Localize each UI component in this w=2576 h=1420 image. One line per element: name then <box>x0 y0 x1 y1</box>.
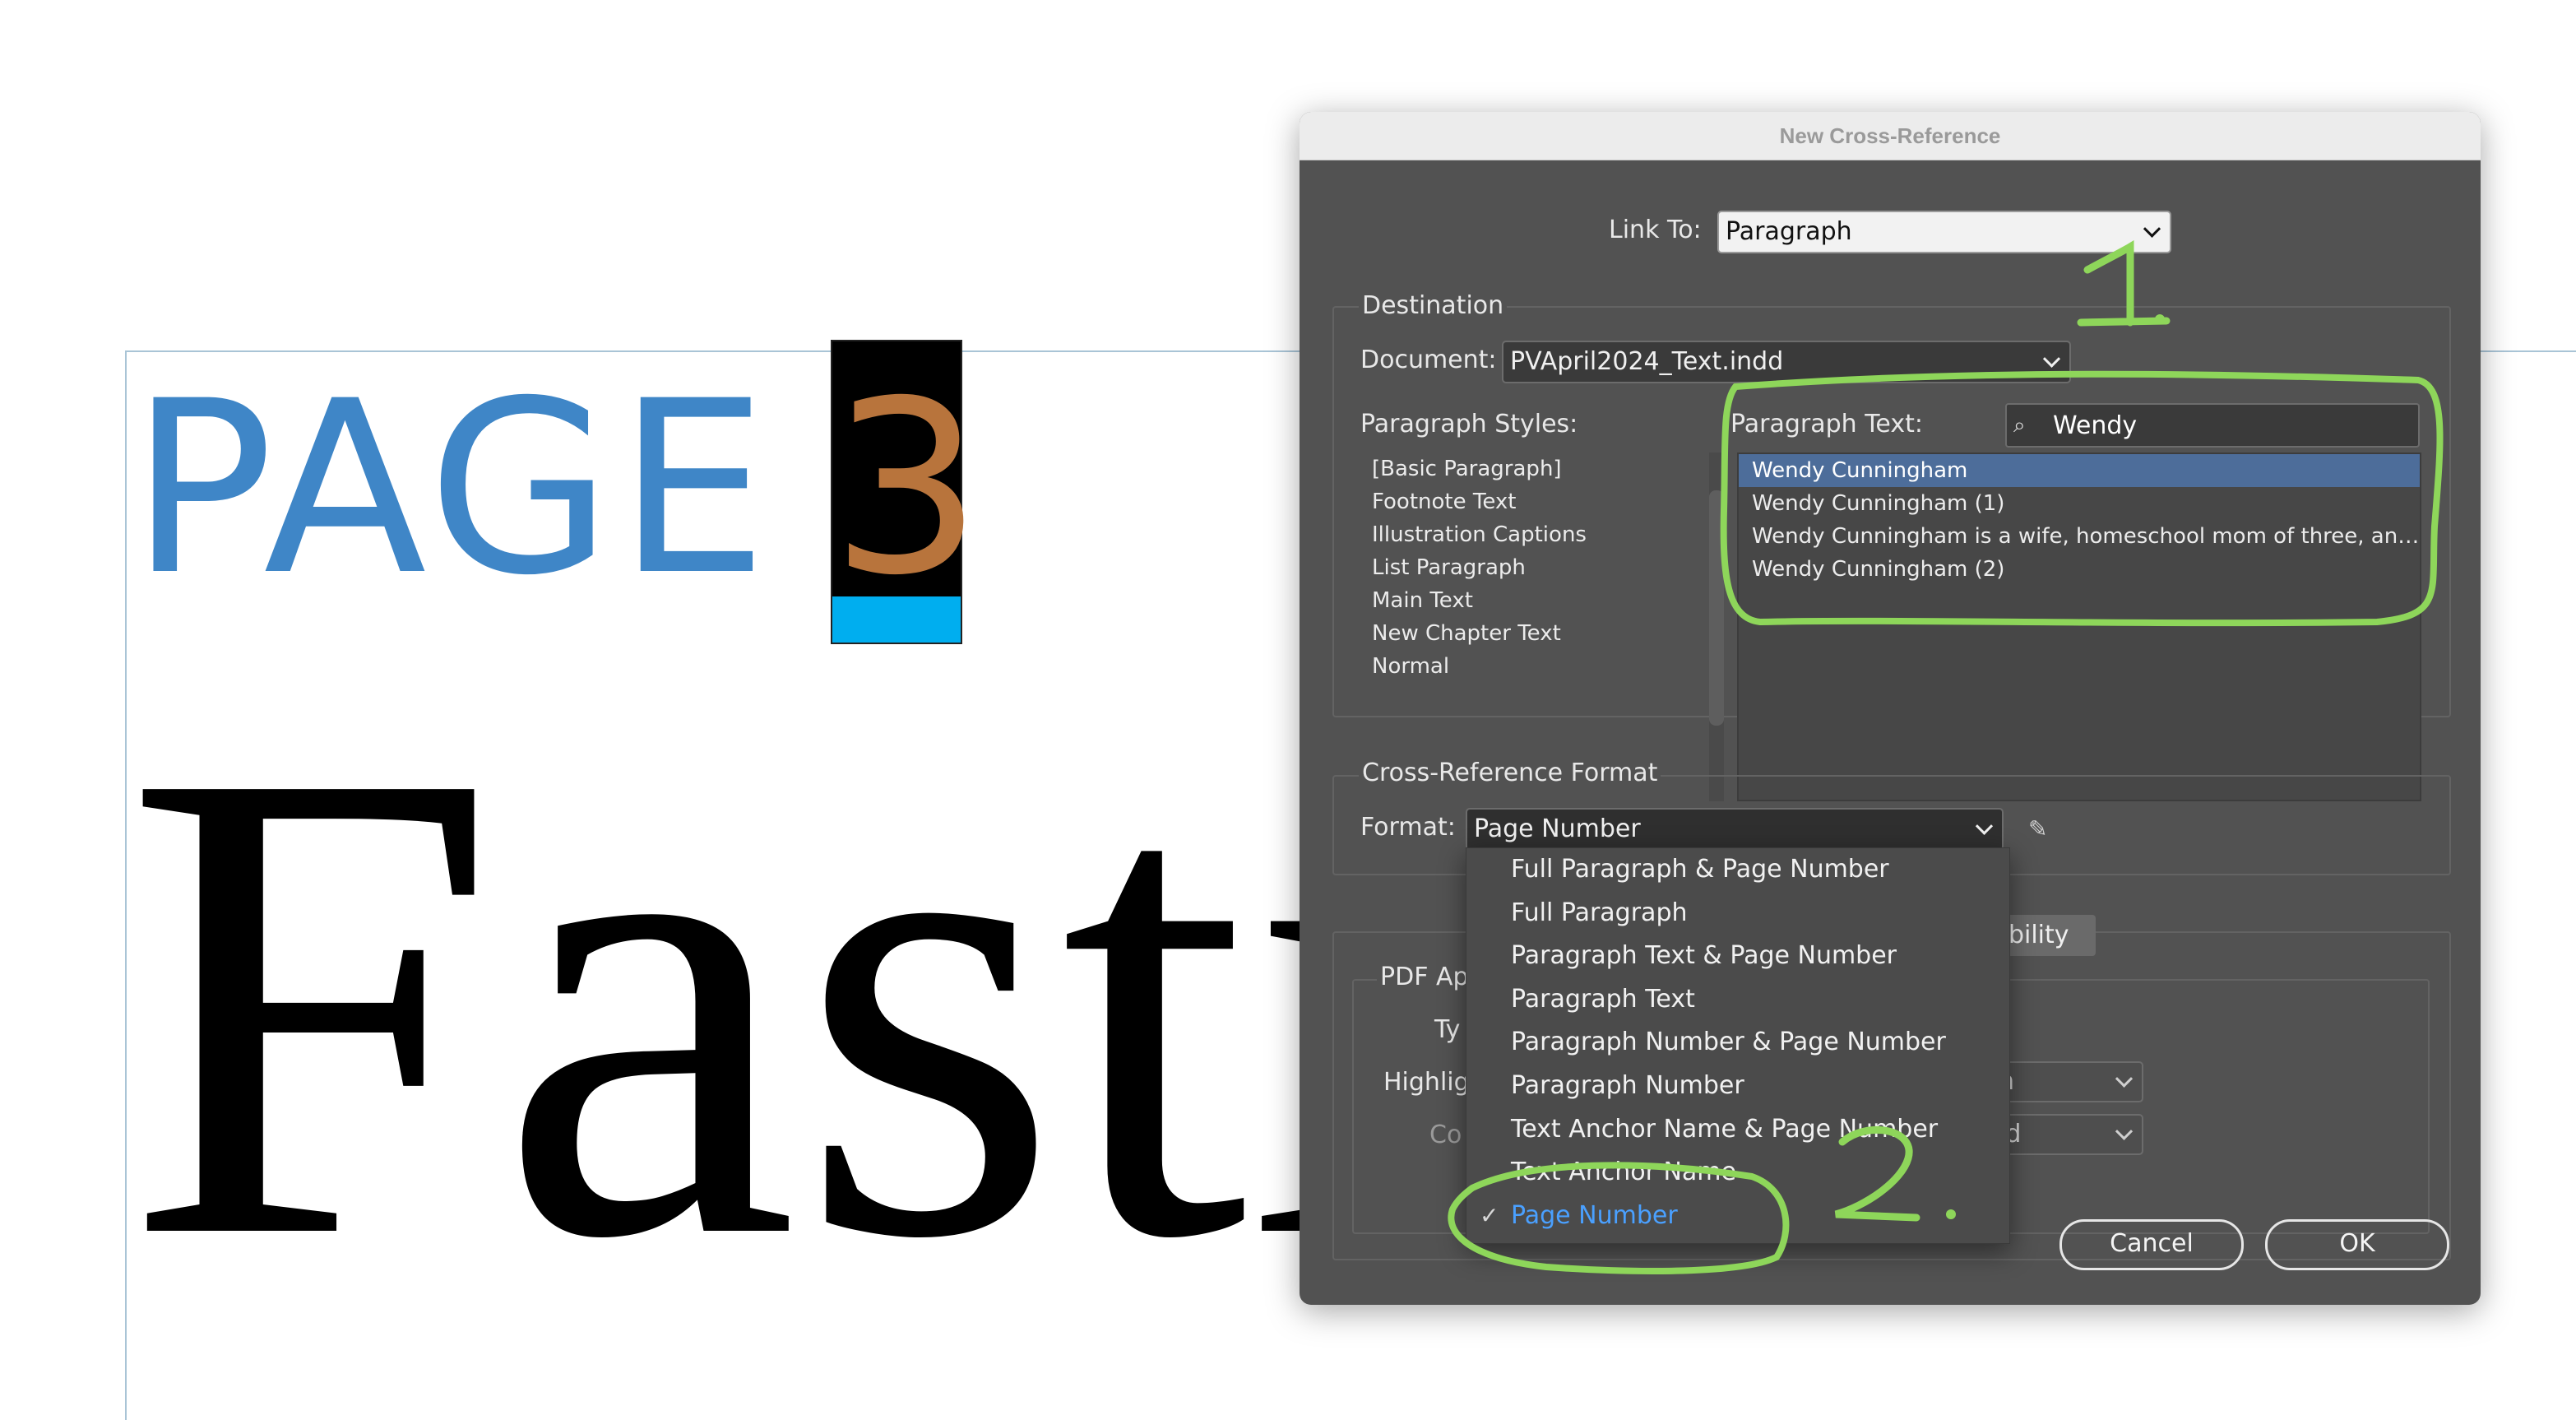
document-label: Document: <box>1360 346 1497 374</box>
list-item[interactable]: Normal <box>1359 650 1729 683</box>
chapter-heading: Fasti <box>123 630 1435 1377</box>
menu-item-label: Paragraph Number <box>1511 1070 1744 1100</box>
styles-scroll-thumb[interactable] <box>1709 490 1724 726</box>
dialog-titlebar[interactable]: New Cross-Reference <box>1300 112 2481 160</box>
chevron-down-icon <box>2115 1122 2134 1140</box>
list-item[interactable]: List Paragraph <box>1359 551 1729 584</box>
list-item[interactable]: Footnote Text <box>1359 485 1729 518</box>
cancel-button[interactable]: Cancel <box>2059 1219 2244 1270</box>
menu-item[interactable]: Text Anchor Name & Page Number <box>1466 1108 2009 1152</box>
format-heading: Cross-Reference Format <box>1359 759 1661 787</box>
menu-item-label: Paragraph Text & Page Number <box>1511 941 1897 971</box>
link-to-value: Paragraph <box>1726 217 1852 246</box>
list-item[interactable]: Wendy Cunningham (1) <box>1739 487 2420 520</box>
chevron-down-icon <box>1975 817 1994 835</box>
search-icon: ⌕ <box>2013 413 2026 438</box>
paragraph-text-list[interactable]: Wendy Cunningham Wendy Cunningham (1) We… <box>1737 452 2421 801</box>
link-to-label: Link To: <box>1609 216 1702 244</box>
list-item[interactable]: Illustration Captions <box>1359 518 1729 551</box>
dialog-title: New Cross-Reference <box>1779 123 2001 148</box>
ok-button[interactable]: OK <box>2265 1219 2449 1270</box>
document-value: PVApril2024_Text.indd <box>1510 347 1784 376</box>
format-select[interactable]: Page Number <box>1466 808 2004 851</box>
color-label: Co <box>1429 1121 1462 1149</box>
menu-item[interactable]: Text Anchor Name <box>1466 1151 2009 1195</box>
document-select[interactable]: PVApril2024_Text.indd <box>1502 341 2071 383</box>
paragraph-search-input[interactable]: ⌕ Wendy <box>2005 403 2420 448</box>
style-select[interactable]: id <box>1990 1114 2143 1155</box>
list-item[interactable]: New Chapter Text <box>1359 617 1729 650</box>
menu-item-page-number[interactable]: ✓ Page Number <box>1466 1195 2009 1238</box>
paragraph-styles-list[interactable]: [Basic Paragraph] Footnote Text Illustra… <box>1359 452 1729 801</box>
menu-item[interactable]: Paragraph Number & Page Number <box>1466 1021 2009 1065</box>
list-item[interactable]: [Basic Paragraph] <box>1359 452 1729 485</box>
page-label: PAGE <box>130 350 773 628</box>
checkmark-icon: ✓ <box>1480 1201 1499 1229</box>
paragraph-text-label: Paragraph Text: <box>1730 410 1923 439</box>
menu-item-label: Full Paragraph & Page Number <box>1511 855 1889 884</box>
highlight-label: Highlig <box>1383 1068 1470 1097</box>
chevron-down-icon <box>2042 350 2061 368</box>
menu-item[interactable]: Paragraph Number <box>1466 1065 2009 1108</box>
menu-item[interactable]: Full Paragraph & Page Number <box>1466 848 2009 892</box>
format-value: Page Number <box>1474 814 1641 843</box>
menu-item[interactable]: Paragraph Text & Page Number <box>1466 935 2009 978</box>
menu-item[interactable]: Full Paragraph <box>1466 892 2009 935</box>
menu-item-label: Text Anchor Name <box>1511 1158 1736 1187</box>
link-to-select[interactable]: Paragraph <box>1717 211 2171 253</box>
search-value: Wendy <box>2053 411 2138 440</box>
format-dropdown-menu[interactable]: Full Paragraph & Page Number Full Paragr… <box>1466 847 2010 1244</box>
list-item[interactable]: Wendy Cunningham <box>1739 454 2420 487</box>
chevron-down-icon <box>2143 220 2161 238</box>
highlight-select[interactable]: n <box>1990 1061 2143 1102</box>
list-item[interactable]: Wendy Cunningham is a wife, homeschool m… <box>1739 520 2420 553</box>
menu-item[interactable]: Paragraph Text <box>1466 978 2009 1022</box>
chevron-down-icon <box>2115 1070 2134 1088</box>
paragraph-styles-label: Paragraph Styles: <box>1360 410 1578 439</box>
menu-item-label: Paragraph Number & Page Number <box>1511 1028 1946 1057</box>
menu-item-label: Full Paragraph <box>1511 898 1688 927</box>
menu-item-label: Paragraph Text <box>1511 984 1695 1014</box>
menu-item-label: Text Anchor Name & Page Number <box>1511 1114 1939 1144</box>
page-number: 3 <box>831 350 983 628</box>
pencil-icon[interactable]: ✎ <box>2028 818 2051 841</box>
pdf-appearance-heading: PDF Ap <box>1377 963 1472 991</box>
destination-heading: Destination <box>1359 291 1508 320</box>
list-item[interactable]: Wendy Cunningham (2) <box>1739 553 2420 586</box>
format-label: Format: <box>1360 813 1456 842</box>
list-item[interactable]: Main Text <box>1359 584 1729 617</box>
menu-item-label: Page Number <box>1511 1200 1678 1230</box>
type-label: Ty <box>1434 1015 1461 1044</box>
